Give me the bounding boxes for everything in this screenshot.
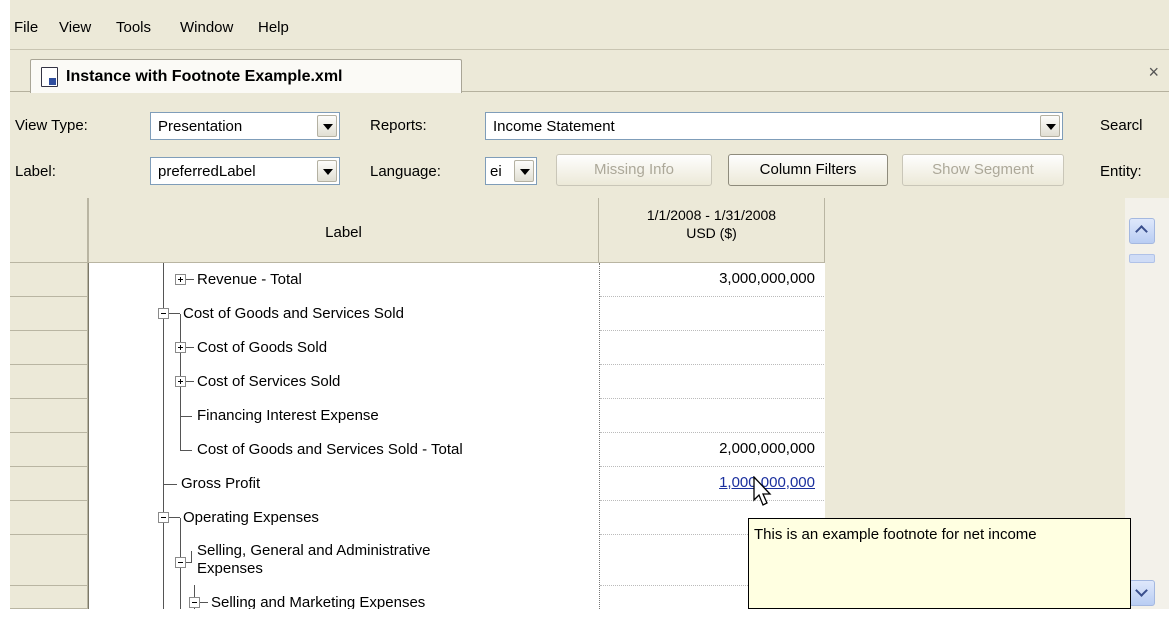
label-select[interactable]: preferredLabel [150, 157, 340, 185]
menu-bar: File View Tools Window Help [10, 0, 1169, 50]
value-cell[interactable]: 2,000,000,000 [600, 433, 826, 467]
row-header[interactable] [10, 263, 88, 297]
scroll-down-icon[interactable] [1129, 580, 1155, 606]
period-header-dates: 1/1/2008 - 1/31/2008 [646, 207, 777, 223]
close-icon[interactable]: × [1148, 63, 1159, 81]
collapse-icon[interactable] [158, 308, 169, 319]
value-cell[interactable] [600, 365, 826, 399]
row-header[interactable] [10, 467, 88, 501]
document-tab-title: Instance with Footnote Example.xml [66, 68, 343, 85]
footnote-tooltip: This is an example footnote for net inco… [748, 518, 1131, 609]
tree-connector [200, 602, 208, 603]
menu-window[interactable]: Window [180, 20, 233, 36]
language-value: ei [490, 163, 502, 180]
scroll-up-icon[interactable] [1129, 218, 1155, 244]
expand-icon[interactable] [175, 274, 186, 285]
document-tab-strip: Instance with Footnote Example.xml × [10, 51, 1169, 93]
tree-connector [169, 517, 180, 518]
view-type-label: View Type: [15, 117, 88, 134]
collapse-icon[interactable] [158, 512, 169, 523]
document-tab[interactable]: Instance with Footnote Example.xml [30, 59, 462, 93]
tree-connector [180, 450, 192, 451]
search-label: Searcl [1100, 117, 1143, 134]
expand-icon[interactable] [175, 342, 186, 353]
row-label-operating-expenses[interactable]: Operating Expenses [183, 509, 319, 526]
label-column-header[interactable]: Label [88, 198, 599, 263]
label-label: Label: [15, 163, 56, 180]
row-label-financing-interest[interactable]: Financing Interest Expense [197, 407, 379, 424]
reports-label: Reports: [370, 117, 427, 134]
toolbar: View Type: Presentation Reports: Income … [10, 93, 1169, 198]
tree-connector [169, 313, 180, 314]
reports-select[interactable]: Income Statement [485, 112, 1063, 140]
tree-connector [186, 381, 194, 382]
row-header[interactable] [10, 297, 88, 331]
menu-view[interactable]: View [59, 20, 91, 36]
row-header[interactable] [10, 365, 88, 399]
row-label-cost-services-sold[interactable]: Cost of Services Sold [197, 373, 340, 390]
menu-tools[interactable]: Tools [116, 20, 151, 36]
chevron-down-icon[interactable] [1040, 115, 1060, 137]
reports-value: Income Statement [493, 118, 615, 135]
tree-connector [163, 484, 177, 485]
application-window: File View Tools Window Help Instance wit… [10, 0, 1169, 609]
show-segment-button[interactable]: Show Segment [902, 154, 1064, 186]
vertical-scrollbar[interactable] [1125, 198, 1169, 609]
row-header[interactable] [10, 433, 88, 467]
tree-connector [186, 347, 194, 348]
row-header[interactable] [10, 586, 88, 609]
missing-info-button[interactable]: Missing Info [556, 154, 712, 186]
value-cell[interactable]: 3,000,000,000 [600, 263, 826, 297]
row-header-column [10, 198, 88, 609]
view-type-select[interactable]: Presentation [150, 112, 340, 140]
menu-file[interactable]: File [14, 20, 38, 36]
value-cell[interactable] [600, 297, 826, 331]
chevron-down-icon[interactable] [317, 115, 337, 137]
scroll-thumb[interactable] [1129, 254, 1155, 263]
gross-profit-value-link[interactable]: 1,000,000,000 [600, 467, 826, 501]
collapse-icon[interactable] [189, 597, 200, 608]
row-header[interactable] [10, 331, 88, 365]
row-label-cogs-total[interactable]: Cost of Goods and Services Sold - Total [197, 441, 463, 458]
language-label: Language: [370, 163, 441, 180]
row-header[interactable] [10, 501, 88, 535]
column-filters-button[interactable]: Column Filters [728, 154, 888, 186]
entity-label: Entity: [1100, 163, 1142, 180]
label-column: Revenue - Total Cost of Goods and Servic… [88, 263, 599, 609]
row-label-revenue-total[interactable]: Revenue - Total [197, 271, 302, 288]
row-label-gross-profit[interactable]: Gross Profit [181, 475, 260, 492]
row-header[interactable] [10, 399, 88, 433]
value-cell[interactable] [600, 331, 826, 365]
row-label-cost-goods-sold[interactable]: Cost of Goods Sold [197, 339, 327, 356]
collapse-icon[interactable] [175, 557, 186, 568]
tree-connector [191, 551, 192, 563]
chevron-down-icon[interactable] [317, 160, 337, 182]
tree-connector [186, 279, 194, 280]
language-select[interactable]: ei [485, 157, 537, 185]
chevron-down-icon[interactable] [514, 160, 534, 182]
row-label-sga-line2[interactable]: Expenses [197, 560, 263, 577]
row-label-cogs[interactable]: Cost of Goods and Services Sold [183, 305, 404, 322]
expand-icon[interactable] [175, 376, 186, 387]
value-cell[interactable] [600, 399, 826, 433]
mouse-cursor-icon [753, 476, 772, 506]
document-icon [41, 67, 58, 87]
row-label-selling-marketing[interactable]: Selling and Marketing Expenses [211, 594, 425, 609]
period-header-unit: USD ($) [686, 225, 737, 241]
view-type-value: Presentation [158, 118, 243, 135]
label-value: preferredLabel [158, 163, 256, 180]
period-column-header[interactable]: 1/1/2008 - 1/31/2008 USD ($) [599, 198, 825, 263]
row-header[interactable] [10, 535, 88, 586]
row-label-sga[interactable]: Selling, General and Administrative [197, 542, 430, 559]
menu-help[interactable]: Help [258, 20, 289, 36]
tree-connector [180, 416, 192, 417]
row-header-corner [10, 198, 88, 263]
